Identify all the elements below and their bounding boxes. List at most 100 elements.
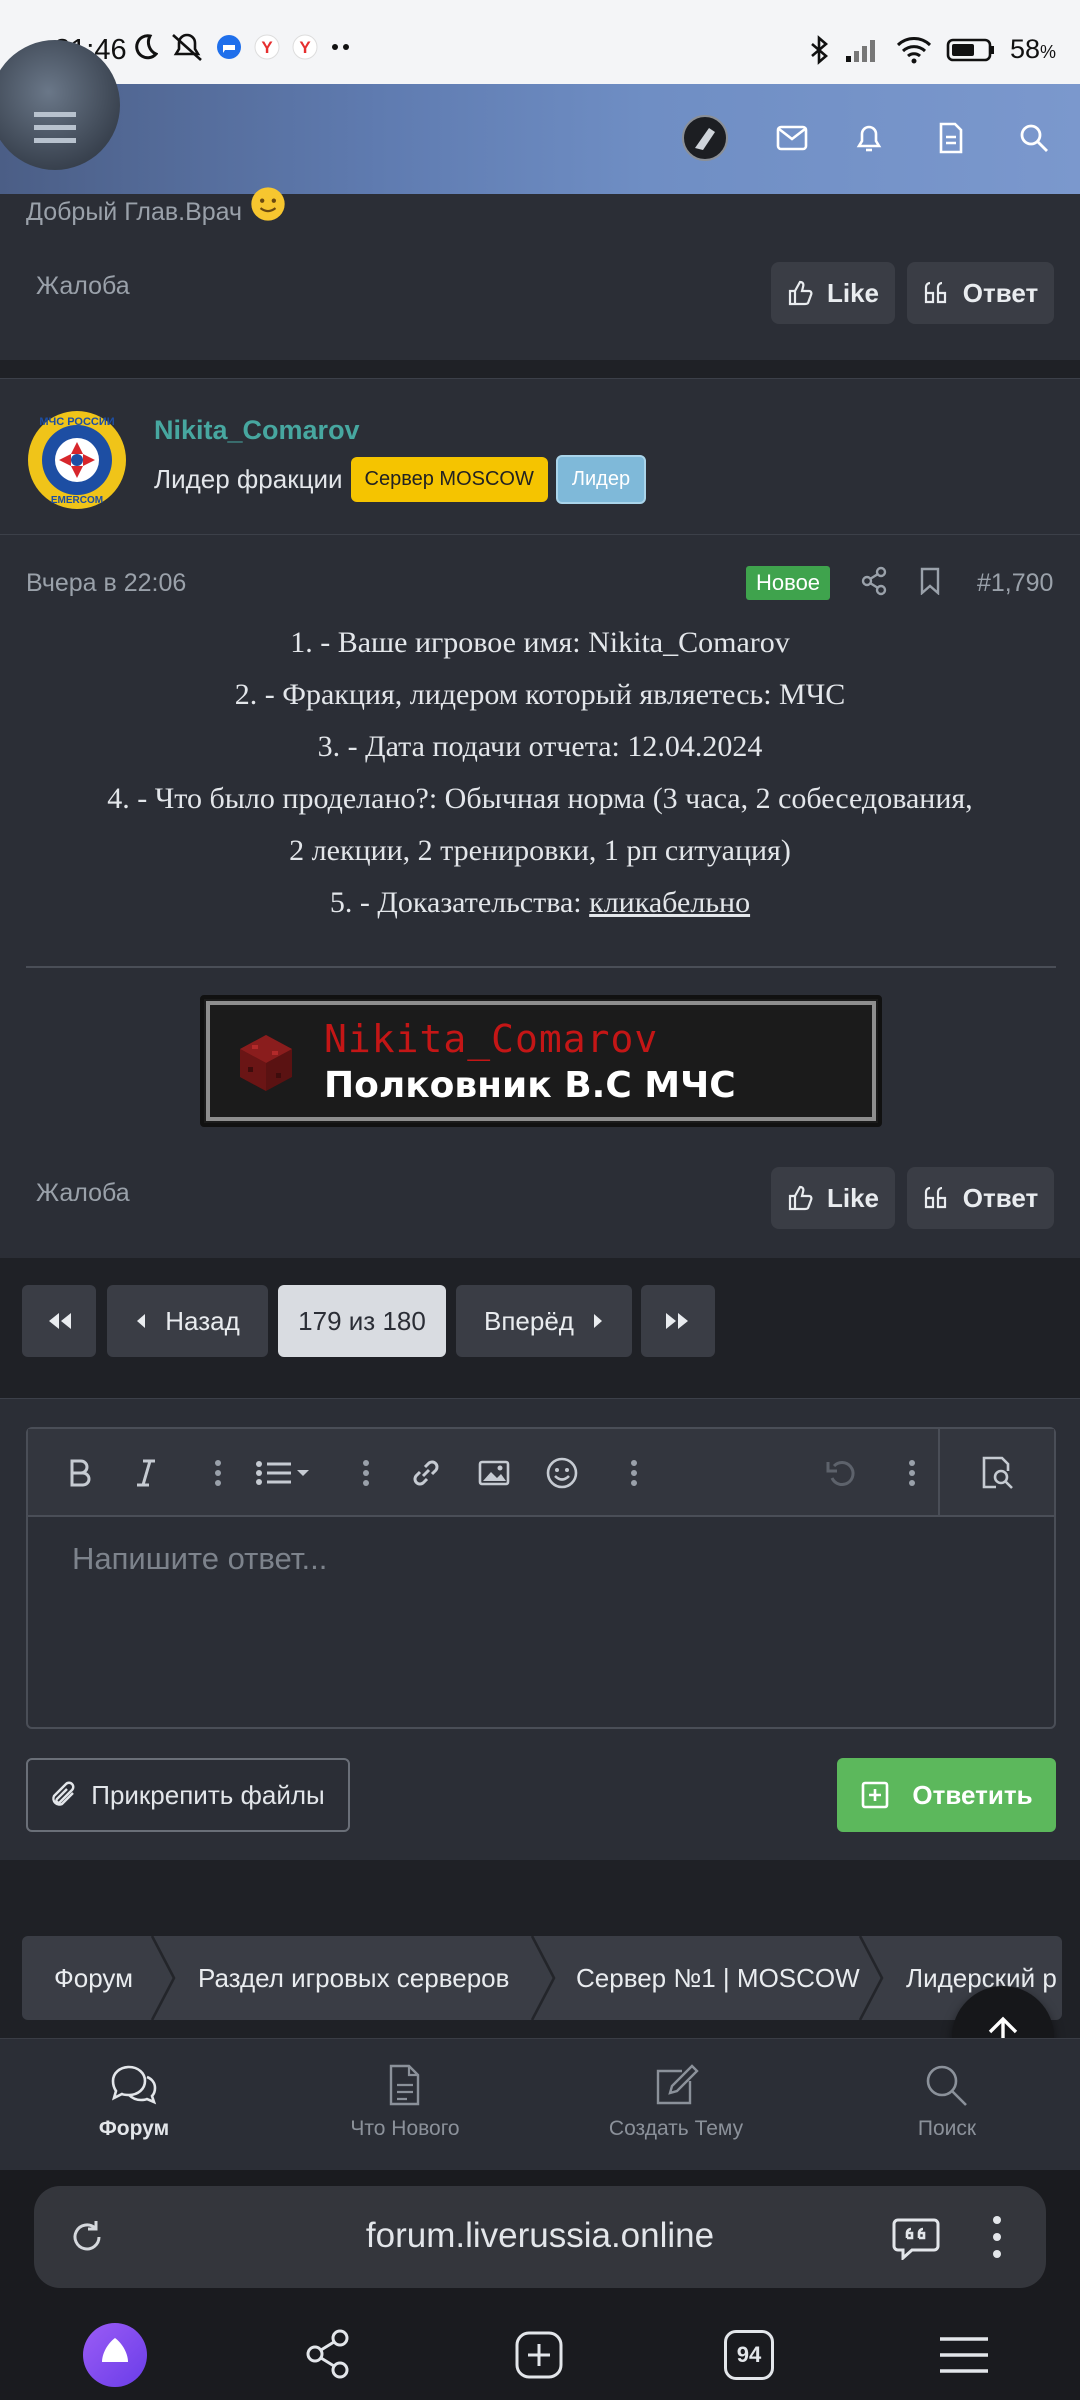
header-messages[interactable]: [766, 112, 818, 164]
server-badge: Сервер MOSCOW: [350, 457, 548, 502]
post-line-5: 2 лекции, 2 тренировки, 1 рп ситуация): [289, 834, 791, 867]
post-line-1: 1. - Ваше игровое имя: Nikita_Comarov: [290, 626, 790, 659]
next-page-button[interactable]: Вперёд: [456, 1285, 632, 1357]
like-button[interactable]: Like: [771, 262, 895, 324]
undo-button[interactable]: [818, 1449, 866, 1497]
post-user-block: МЧС РОССИИ EMERCOM Nikita_Comarov Лидер …: [0, 379, 1080, 535]
complaint-link[interactable]: Жалоба: [36, 272, 130, 301]
submit-reply-label: Ответить: [912, 1779, 1033, 1810]
nav-whats-new[interactable]: Что Нового: [295, 2063, 515, 2141]
plus-square-icon: [862, 1781, 889, 1809]
bookmark-icon[interactable]: [918, 567, 942, 595]
address-bar[interactable]: forum.liverussia.online: [34, 2186, 1046, 2288]
smiley-emoji-icon: [251, 186, 285, 221]
more-list-options-button[interactable]: [354, 1449, 378, 1497]
breadcrumb-separator-icon: [530, 1936, 556, 2020]
reply-editor[interactable]: Напишите ответ...: [26, 1427, 1056, 1729]
current-page-indicator[interactable]: 179 из 180: [278, 1285, 446, 1357]
header-search[interactable]: [1008, 112, 1060, 164]
image-button[interactable]: [470, 1449, 518, 1497]
breadcrumb-server-moscow[interactable]: Сервер №1 | MOSCOW: [576, 1936, 860, 2020]
reply-button[interactable]: Ответ: [907, 262, 1054, 324]
share-icon[interactable]: [304, 2328, 352, 2380]
floating-menu-bubble[interactable]: [0, 40, 120, 170]
prev-page-button[interactable]: Назад: [107, 1285, 268, 1357]
header-avatar[interactable]: [679, 112, 731, 164]
user-avatar[interactable]: МЧС РОССИИ EMERCOM: [26, 409, 128, 511]
thumbs-up-icon: [788, 1185, 813, 1211]
post-like-button[interactable]: Like: [771, 1167, 895, 1229]
document-icon: [389, 2064, 420, 2106]
list-button[interactable]: [250, 1449, 320, 1497]
tabs-counter-button[interactable]: 94: [724, 2330, 774, 2380]
preview-button[interactable]: [974, 1449, 1022, 1497]
post-line-3: 3. - Дата подачи отчета: 12.04.2024: [317, 730, 763, 763]
bell-icon[interactable]: [854, 122, 884, 154]
caret-right-icon: [593, 1314, 602, 1328]
header-whats-new[interactable]: [925, 112, 977, 164]
user-title-row: Лидер фракции Сервер MOSCOW Лидер: [154, 455, 647, 504]
forum-post: МЧС РОССИИ EMERCOM Nikita_Comarov Лидер …: [0, 378, 1080, 1258]
post-complaint-link[interactable]: Жалоба: [36, 1179, 130, 1208]
browser-bottom-bar: 94: [0, 2308, 1080, 2400]
more-history-options-button[interactable]: [900, 1449, 924, 1497]
bold-button[interactable]: [56, 1449, 104, 1497]
post-reply-button[interactable]: Ответ: [907, 1167, 1054, 1229]
reader-quote-icon[interactable]: [892, 2216, 940, 2260]
more-insert-options-button[interactable]: [622, 1449, 646, 1497]
attach-files-button[interactable]: Прикрепить файлы: [26, 1758, 350, 1832]
double-chevron-right-icon: [666, 1313, 688, 1329]
emoji-button[interactable]: [538, 1449, 586, 1497]
nav-whats-new-label: Что Нового: [350, 2117, 460, 2140]
leader-badge: Лидер: [555, 455, 647, 504]
avatar-icon[interactable]: [681, 114, 729, 162]
breadcrumb: Форум Раздел игровых серверов Сервер №1 …: [22, 1936, 1062, 2020]
yandex-browser-icon: Y: [292, 34, 318, 60]
post-like-label: Like: [826, 1182, 880, 1213]
next-page-label: Вперёд: [484, 1305, 574, 1336]
vertical-dots-icon: [363, 1460, 369, 1486]
submit-reply-button[interactable]: Ответить: [837, 1758, 1056, 1832]
emercom-emblem-icon[interactable]: МЧС РОССИИ EMERCOM: [26, 409, 128, 511]
italic-button[interactable]: [122, 1449, 170, 1497]
search-icon[interactable]: [1019, 123, 1049, 153]
post-date[interactable]: Вчера в 22:06: [26, 569, 186, 598]
nav-search[interactable]: Поиск: [837, 2063, 1057, 2141]
paperclip-icon: [52, 1781, 75, 1806]
document-icon[interactable]: [938, 122, 964, 154]
alice-assistant-icon[interactable]: [82, 2322, 148, 2388]
status-left-icons: Y Y: [132, 32, 352, 62]
last-page-button[interactable]: [641, 1285, 715, 1357]
evidence-link[interactable]: кликабельно: [589, 886, 750, 919]
envelope-icon[interactable]: [776, 125, 808, 151]
toolbar-separator: [938, 1429, 940, 1517]
post-line-evidence: 5. - Доказательства: кликабельно: [0, 877, 1080, 929]
nav-create-thread[interactable]: Создать Тему: [566, 2063, 786, 2141]
reply-label: Ответ: [962, 277, 1039, 308]
header-notifications[interactable]: [843, 112, 895, 164]
vertical-dots-icon: [215, 1460, 221, 1486]
svg-text:МЧС РОССИИ: МЧС РОССИИ: [39, 416, 114, 428]
share-icon[interactable]: [860, 566, 888, 596]
link-icon: [413, 1460, 439, 1486]
post-username[interactable]: Nikita_Comarov: [154, 415, 360, 446]
nav-create-thread-label: Создать Тему: [608, 2117, 744, 2140]
nav-forum-label: Форум: [98, 2117, 170, 2140]
reply-placeholder[interactable]: Напишите ответ...: [72, 1541, 327, 1577]
hamburger-menu-icon[interactable]: [938, 2336, 990, 2374]
browser-menu-icon[interactable]: [992, 2214, 1002, 2260]
first-page-button[interactable]: [22, 1285, 96, 1357]
link-button[interactable]: [402, 1449, 450, 1497]
image-icon: [478, 1460, 510, 1486]
hamburger-menu-icon[interactable]: [34, 110, 76, 146]
post-body: 1. - Ваше игровое имя: Nikita_Comarov 2.…: [0, 617, 1080, 929]
breadcrumb-game-servers[interactable]: Раздел игровых серверов: [198, 1936, 509, 2020]
breadcrumb-forum[interactable]: Форум: [54, 1936, 133, 2020]
nav-forum[interactable]: Форум: [24, 2063, 244, 2141]
more-text-options-button[interactable]: [206, 1449, 230, 1497]
svg-text:Y: Y: [299, 38, 311, 57]
new-tab-icon[interactable]: [514, 2330, 564, 2380]
post-number[interactable]: #1,790: [977, 569, 1053, 598]
battery-percent: 58%: [1009, 34, 1056, 64]
italic-icon: [137, 1459, 155, 1487]
